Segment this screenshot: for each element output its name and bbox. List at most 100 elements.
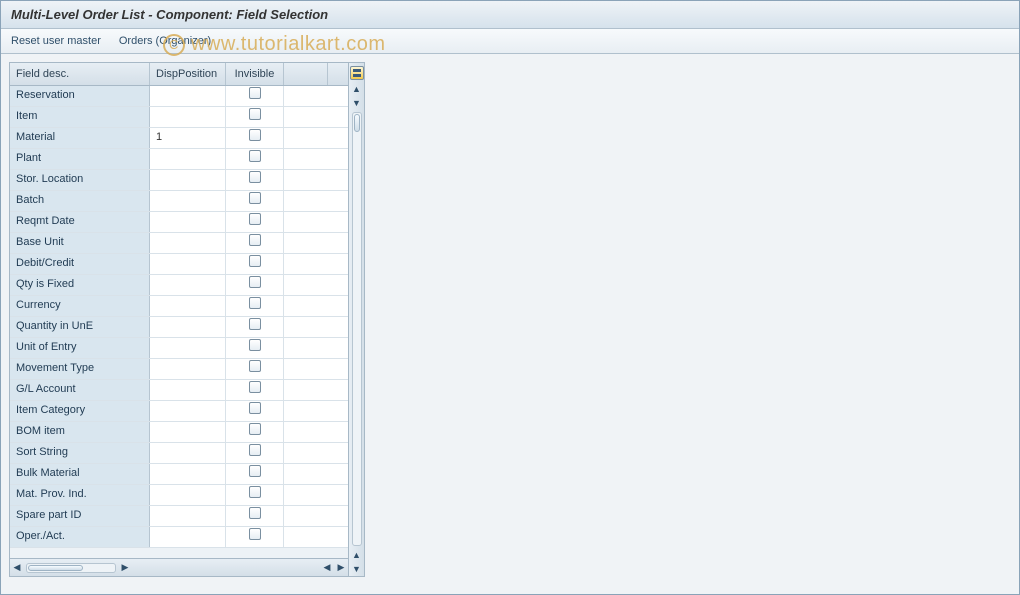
table-row[interactable]: Plant xyxy=(10,149,348,170)
table-row[interactable]: Unit of Entry xyxy=(10,338,348,359)
invisible-checkbox[interactable] xyxy=(249,444,261,456)
disp-position-cell[interactable] xyxy=(150,191,226,211)
disp-position-cell[interactable] xyxy=(150,422,226,442)
invisible-cell[interactable] xyxy=(226,191,284,211)
table-row[interactable]: Reqmt Date xyxy=(10,212,348,233)
invisible-cell[interactable] xyxy=(226,506,284,526)
table-row[interactable]: Material1 xyxy=(10,128,348,149)
table-row[interactable]: Currency xyxy=(10,296,348,317)
invisible-checkbox[interactable] xyxy=(249,318,261,330)
grid-configure-icon[interactable] xyxy=(350,66,364,80)
invisible-cell[interactable] xyxy=(226,107,284,127)
invisible-checkbox[interactable] xyxy=(249,339,261,351)
vscroll-thumb[interactable] xyxy=(354,114,360,132)
disp-position-cell[interactable] xyxy=(150,527,226,547)
invisible-checkbox[interactable] xyxy=(249,402,261,414)
disp-position-cell[interactable] xyxy=(150,359,226,379)
invisible-checkbox[interactable] xyxy=(249,360,261,372)
invisible-checkbox[interactable] xyxy=(249,108,261,120)
table-row[interactable]: Stor. Location xyxy=(10,170,348,191)
scroll-left-end-icon[interactable]: ◀ xyxy=(320,561,334,575)
invisible-cell[interactable] xyxy=(226,296,284,316)
table-row[interactable]: Mat. Prov. Ind. xyxy=(10,485,348,506)
invisible-checkbox[interactable] xyxy=(249,171,261,183)
invisible-checkbox[interactable] xyxy=(249,507,261,519)
scroll-down-icon[interactable]: ▼ xyxy=(350,96,364,110)
disp-position-cell[interactable] xyxy=(150,107,226,127)
invisible-cell[interactable] xyxy=(226,275,284,295)
vscroll-track[interactable] xyxy=(352,112,362,546)
orders-organizer-button[interactable]: Orders (Organizer) xyxy=(119,35,211,47)
invisible-cell[interactable] xyxy=(226,443,284,463)
table-row[interactable]: G/L Account xyxy=(10,380,348,401)
invisible-checkbox[interactable] xyxy=(249,213,261,225)
disp-position-cell[interactable] xyxy=(150,485,226,505)
disp-position-cell[interactable] xyxy=(150,212,226,232)
disp-position-cell[interactable] xyxy=(150,275,226,295)
invisible-checkbox[interactable] xyxy=(249,87,261,99)
disp-position-cell[interactable] xyxy=(150,254,226,274)
hscroll-thumb[interactable] xyxy=(28,565,83,571)
table-row[interactable]: Oper./Act. xyxy=(10,527,348,548)
column-header-invisible[interactable]: Invisible xyxy=(226,63,284,85)
invisible-checkbox[interactable] xyxy=(249,276,261,288)
invisible-cell[interactable] xyxy=(226,464,284,484)
disp-position-cell[interactable] xyxy=(150,149,226,169)
invisible-cell[interactable] xyxy=(226,170,284,190)
table-row[interactable]: Quantity in UnE xyxy=(10,317,348,338)
scroll-down-end-icon[interactable]: ▼ xyxy=(350,562,364,576)
table-row[interactable]: Reservation xyxy=(10,86,348,107)
disp-position-cell[interactable] xyxy=(150,170,226,190)
disp-position-cell[interactable] xyxy=(150,506,226,526)
invisible-cell[interactable] xyxy=(226,254,284,274)
invisible-checkbox[interactable] xyxy=(249,381,261,393)
invisible-checkbox[interactable] xyxy=(249,255,261,267)
invisible-checkbox[interactable] xyxy=(249,528,261,540)
hscroll-track[interactable] xyxy=(26,563,116,573)
invisible-cell[interactable] xyxy=(226,128,284,148)
invisible-cell[interactable] xyxy=(226,401,284,421)
table-row[interactable]: Qty is Fixed xyxy=(10,275,348,296)
reset-user-master-button[interactable]: Reset user master xyxy=(11,35,101,47)
scroll-up-end-icon[interactable]: ▲ xyxy=(350,548,364,562)
disp-position-cell[interactable] xyxy=(150,233,226,253)
invisible-cell[interactable] xyxy=(226,212,284,232)
invisible-cell[interactable] xyxy=(226,233,284,253)
disp-position-cell[interactable] xyxy=(150,464,226,484)
invisible-cell[interactable] xyxy=(226,317,284,337)
disp-position-cell[interactable] xyxy=(150,86,226,106)
disp-position-cell[interactable] xyxy=(150,317,226,337)
table-row[interactable]: Movement Type xyxy=(10,359,348,380)
table-row[interactable]: Debit/Credit xyxy=(10,254,348,275)
scroll-right-icon[interactable]: ▶ xyxy=(118,561,132,575)
scroll-right-end-icon[interactable]: ▶ xyxy=(334,561,348,575)
disp-position-cell[interactable] xyxy=(150,338,226,358)
invisible-cell[interactable] xyxy=(226,485,284,505)
invisible-cell[interactable] xyxy=(226,86,284,106)
table-row[interactable]: Spare part ID xyxy=(10,506,348,527)
table-row[interactable]: BOM item xyxy=(10,422,348,443)
invisible-cell[interactable] xyxy=(226,338,284,358)
disp-position-cell[interactable] xyxy=(150,443,226,463)
table-row[interactable]: Item Category xyxy=(10,401,348,422)
table-row[interactable]: Sort String xyxy=(10,443,348,464)
invisible-cell[interactable] xyxy=(226,527,284,547)
disp-position-cell[interactable] xyxy=(150,296,226,316)
invisible-cell[interactable] xyxy=(226,380,284,400)
disp-position-cell[interactable]: 1 xyxy=(150,128,226,148)
invisible-checkbox[interactable] xyxy=(249,150,261,162)
table-row[interactable]: Bulk Material xyxy=(10,464,348,485)
scroll-left-icon[interactable]: ◀ xyxy=(10,561,24,575)
scroll-up-icon[interactable]: ▲ xyxy=(350,82,364,96)
invisible-checkbox[interactable] xyxy=(249,423,261,435)
invisible-cell[interactable] xyxy=(226,359,284,379)
invisible-cell[interactable] xyxy=(226,422,284,442)
invisible-checkbox[interactable] xyxy=(249,129,261,141)
invisible-checkbox[interactable] xyxy=(249,486,261,498)
invisible-checkbox[interactable] xyxy=(249,192,261,204)
disp-position-cell[interactable] xyxy=(150,380,226,400)
table-row[interactable]: Base Unit xyxy=(10,233,348,254)
invisible-checkbox[interactable] xyxy=(249,234,261,246)
column-header-disp-position[interactable]: DispPosition xyxy=(150,63,226,85)
invisible-checkbox[interactable] xyxy=(249,297,261,309)
